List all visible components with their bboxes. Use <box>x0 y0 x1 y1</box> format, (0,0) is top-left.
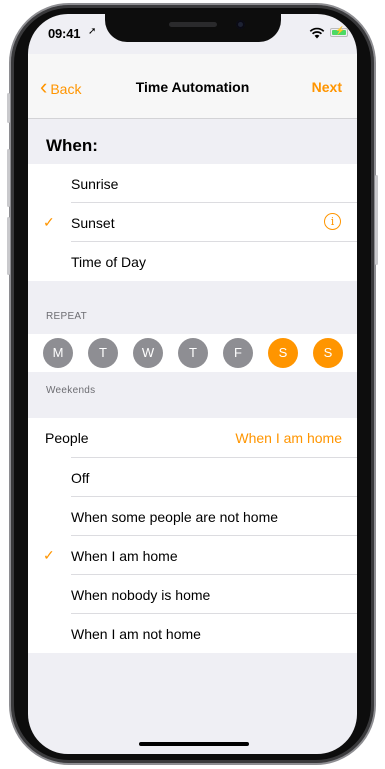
checkmark-icon: ✓ <box>43 214 55 230</box>
wifi-icon <box>309 27 325 39</box>
day-thursday[interactable]: T <box>178 338 208 368</box>
day-wednesday[interactable]: W <box>133 338 163 368</box>
option-label: Off <box>71 469 90 486</box>
day-monday[interactable]: M <box>43 338 73 368</box>
option-label: Sunrise <box>71 175 119 192</box>
when-options-list: Sunrise ✓ Sunset i Time of Day <box>28 164 357 281</box>
info-icon[interactable]: i <box>324 213 341 230</box>
option-label: When some people are not home <box>71 508 279 525</box>
people-option-nobody-home[interactable]: When nobody is home <box>28 575 357 614</box>
option-label: Time of Day <box>71 253 146 270</box>
checkmark-icon: ✓ <box>43 547 55 563</box>
day-saturday[interactable]: S <box>268 338 298 368</box>
people-option-off[interactable]: Off <box>28 458 357 497</box>
volume-up-button <box>7 149 10 207</box>
repeat-days: M T W T F S S <box>28 334 357 372</box>
people-label: People <box>45 430 89 446</box>
battery-bolt: ⚡ <box>335 26 345 35</box>
day-sunday[interactable]: S <box>313 338 343 368</box>
when-header: When: <box>46 136 98 155</box>
repeat-header: REPEAT <box>46 311 88 322</box>
people-option-i-am-home[interactable]: ✓ When I am home <box>28 536 357 575</box>
option-label: When I am not home <box>71 625 201 642</box>
power-button <box>375 175 378 265</box>
day-friday[interactable]: F <box>223 338 253 368</box>
option-label: When nobody is home <box>71 586 211 603</box>
people-option-some-not-home[interactable]: When some people are not home <box>28 497 357 536</box>
repeat-summary: Weekends <box>46 385 96 396</box>
when-option-sunrise[interactable]: Sunrise <box>28 164 357 203</box>
people-row[interactable]: People When I am home <box>28 418 357 458</box>
volume-down-button <box>7 217 10 275</box>
silent-switch <box>7 93 10 123</box>
option-label: Sunset <box>71 214 115 231</box>
page-title: Time Automation <box>135 79 250 95</box>
navigation-bar: ‹ Back Time Automation Next <box>28 54 357 119</box>
people-option-i-am-not-home[interactable]: When I am not home <box>28 614 357 653</box>
home-indicator[interactable] <box>139 742 249 746</box>
day-tuesday[interactable]: T <box>88 338 118 368</box>
when-option-time-of-day[interactable]: Time of Day <box>28 242 357 281</box>
people-options-list: Off When some people are not home ✓ When… <box>28 458 357 653</box>
front-camera <box>236 20 245 29</box>
status-time: 09:41 <box>48 26 81 41</box>
battery-charging-icon: ⚡ <box>330 26 348 37</box>
when-option-sunset[interactable]: ✓ Sunset i <box>28 203 357 242</box>
notch <box>105 14 281 42</box>
people-value: When I am home <box>235 430 342 446</box>
location-arrow-icon: ➚ <box>88 26 97 37</box>
option-label: When I am home <box>71 547 178 564</box>
screen: 09:41 ➚ ⚡ ‹ Back Time Automation Next Wh… <box>28 14 357 754</box>
speaker-grille <box>169 22 217 27</box>
next-button[interactable]: Next <box>312 79 342 95</box>
